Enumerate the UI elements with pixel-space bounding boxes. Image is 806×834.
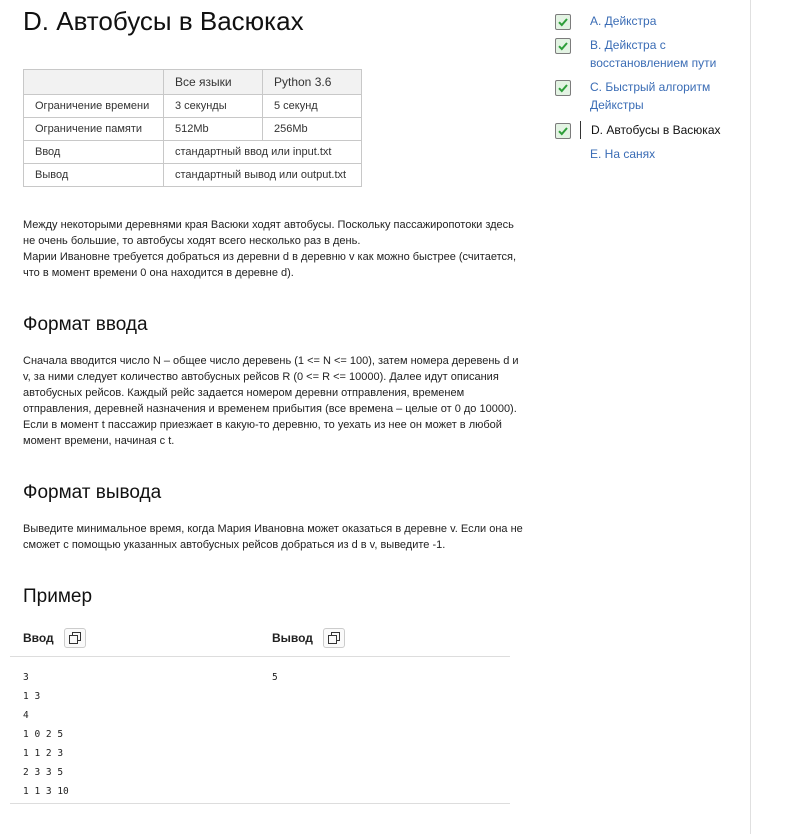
example-top-divider — [10, 656, 510, 657]
example-input-code: 3 1 3 4 1 0 2 5 1 1 2 3 2 3 3 5 1 1 3 10 — [23, 672, 69, 797]
example-heading: Пример — [23, 586, 93, 607]
copy-icon — [327, 632, 340, 644]
output-format-text: Выведите минимальное время, когда Мария … — [23, 523, 523, 551]
limits-cell: 3 секунды — [163, 94, 263, 118]
nav-item-a[interactable]: A. Дейкстра — [555, 12, 735, 30]
limits-row-memory: Ограничение памяти 512Mb 256Mb — [23, 117, 362, 141]
nav-item-label[interactable]: B. Дейкстра с восстановлением пути — [590, 36, 735, 72]
limits-cell: Ограничение памяти — [23, 117, 164, 141]
example-output-code: 5 — [272, 672, 278, 683]
checkmark-icon — [558, 42, 568, 51]
limits-row-input: Ввод стандартный ввод или input.txt — [23, 140, 362, 164]
problem-statement: Между некоторыми деревнями края Васюки х… — [23, 217, 528, 281]
example-input-header: Ввод — [23, 628, 86, 648]
limits-row-time: Ограничение времени 3 секунды 5 секунд — [23, 94, 362, 118]
example-input-label: Ввод — [23, 631, 54, 645]
example-output-header: Вывод — [272, 628, 345, 648]
example-output-label: Вывод — [272, 631, 313, 645]
input-format-heading: Формат ввода — [23, 314, 148, 335]
checkbox-checked — [555, 38, 571, 54]
checkmark-icon — [558, 18, 568, 27]
output-format-heading: Формат вывода — [23, 482, 162, 503]
limits-header-cell: Python 3.6 — [262, 69, 362, 95]
limits-cell: стандартный ввод или input.txt — [163, 140, 362, 164]
limits-cell: 256Mb — [262, 117, 362, 141]
nav-item-label[interactable]: E. На санях — [590, 145, 735, 163]
nav-item-c[interactable]: C. Быстрый алгоритм Дейкстры — [555, 78, 735, 114]
nav-item-label[interactable]: C. Быстрый алгоритм Дейкстры — [590, 78, 735, 114]
checkbox-checked — [555, 14, 571, 30]
limits-cell: 5 секунд — [262, 94, 362, 118]
nav-item-e[interactable]: E. На санях — [555, 145, 735, 163]
limits-header-cell — [23, 69, 164, 95]
statement-paragraph: Марии Ивановне требуется добраться из де… — [23, 251, 517, 279]
limits-cell: стандартный вывод или output.txt — [163, 163, 362, 187]
nav-item-d-active[interactable]: D. Автобусы в Васюках — [555, 121, 736, 139]
copy-input-button[interactable] — [63, 628, 86, 648]
limits-header-row: Все языки Python 3.6 — [23, 69, 362, 95]
copy-output-button[interactable] — [322, 628, 345, 648]
nav-item-label[interactable]: D. Автобусы в Васюках — [580, 121, 736, 139]
limits-cell: 512Mb — [163, 117, 263, 141]
limits-cell: Ввод — [23, 140, 164, 164]
input-format-text: Сначала вводится число N – общее число д… — [23, 355, 519, 447]
statement-paragraph: Между некоторыми деревнями края Васюки х… — [23, 219, 514, 247]
problem-title: D. Автобусы в Васюках — [23, 6, 304, 36]
limits-header-cell: Все языки — [163, 69, 263, 95]
checkmark-icon — [558, 127, 568, 136]
limits-row-output: Вывод стандартный вывод или output.txt — [23, 163, 362, 187]
copy-icon — [68, 632, 81, 644]
limits-table: Все языки Python 3.6 Ограничение времени… — [23, 69, 362, 187]
sidebar-divider — [750, 0, 751, 834]
limits-cell: Вывод — [23, 163, 164, 187]
example-bottom-divider — [10, 803, 510, 804]
nav-item-b[interactable]: B. Дейкстра с восстановлением пути — [555, 36, 735, 72]
nav-item-label[interactable]: A. Дейкстра — [590, 12, 735, 30]
checkbox-checked — [555, 80, 571, 96]
limits-cell: Ограничение времени — [23, 94, 164, 118]
checkbox-checked — [555, 123, 571, 139]
checkmark-icon — [558, 84, 568, 93]
